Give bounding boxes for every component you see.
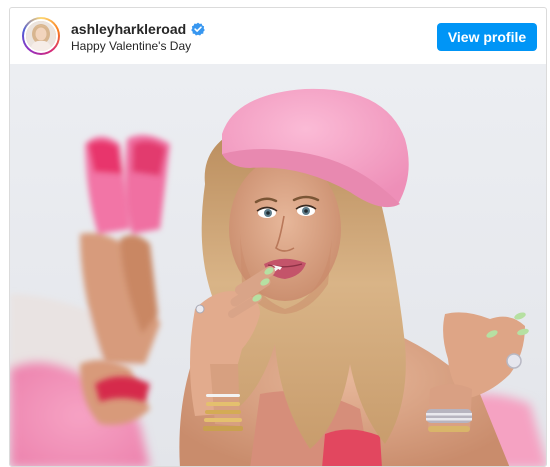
avatar-story-ring[interactable] (22, 17, 60, 55)
verified-badge-icon (191, 22, 205, 36)
username-row: ashleyharkleroad (71, 20, 205, 38)
avatar-image (26, 21, 56, 51)
post-location[interactable]: Happy Valentine's Day (71, 39, 191, 53)
post-image[interactable] (10, 64, 546, 466)
view-profile-button[interactable]: View profile (437, 23, 537, 51)
post-header: ashleyharkleroad Happy Valentine's Day V… (10, 8, 546, 64)
instagram-embed-card: ashleyharkleroad Happy Valentine's Day V… (9, 7, 547, 467)
post-photo (10, 64, 546, 466)
username-link[interactable]: ashleyharkleroad (71, 21, 186, 37)
avatar[interactable] (24, 19, 58, 53)
